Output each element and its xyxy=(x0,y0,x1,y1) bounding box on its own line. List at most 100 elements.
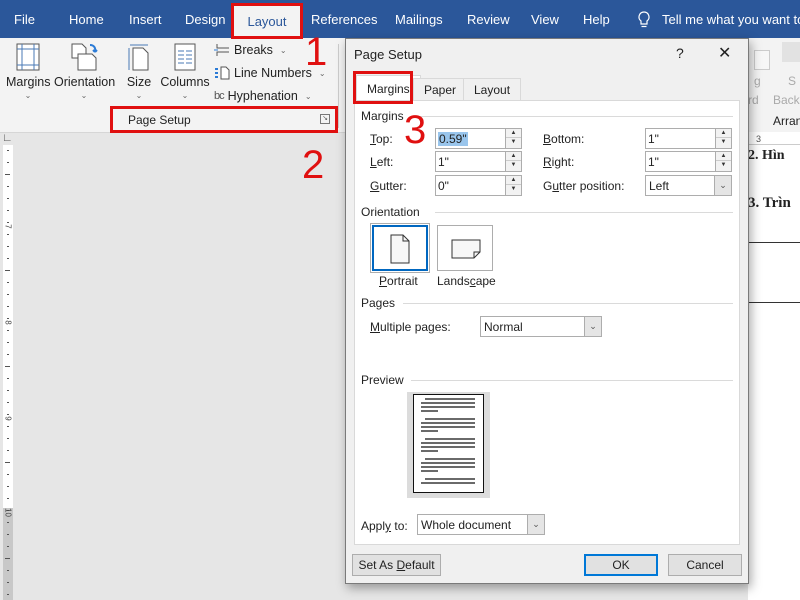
close-button[interactable]: ✕ xyxy=(718,43,731,63)
ruler-number: 9 xyxy=(3,416,13,421)
gutter-position-select[interactable]: Left ⌄ xyxy=(645,175,732,196)
tell-me-search[interactable]: Tell me what you want to xyxy=(662,12,800,27)
ruler-tick xyxy=(7,294,9,295)
chevron-down-icon[interactable]: ⌄ xyxy=(584,317,601,336)
lightbulb-icon xyxy=(638,11,650,28)
ruler-tick xyxy=(7,534,9,535)
hyphenation-button[interactable]: bc Hyphenation ⌄ xyxy=(214,89,312,103)
cancel-button[interactable]: Cancel xyxy=(668,554,742,576)
tab-home[interactable]: Home xyxy=(69,12,104,27)
preview-section-label: Preview xyxy=(361,373,404,387)
help-button[interactable]: ? xyxy=(676,45,684,61)
tab-view[interactable]: View xyxy=(531,12,559,27)
spin-up-button[interactable]: ▲ xyxy=(716,129,731,138)
bring-forward-label[interactable]: g xyxy=(754,74,761,88)
top-margin-input[interactable]: 0.59" ▲ ▼ xyxy=(435,128,522,149)
set-as-default-button[interactable]: Set As Default xyxy=(352,554,441,576)
gutter-label: Gutter: xyxy=(370,179,407,193)
annotation-box-layout-tab xyxy=(231,3,303,39)
tab-design[interactable]: Design xyxy=(185,12,225,27)
columns-button[interactable]: Columns ⌄ xyxy=(160,42,210,100)
ruler-tick xyxy=(5,366,10,367)
bottom-margin-input[interactable]: 1" ▲ ▼ xyxy=(645,128,732,149)
ruler-tick xyxy=(7,246,9,247)
dialog-title: Page Setup xyxy=(354,47,422,62)
ruler-tick xyxy=(5,270,10,271)
chevron-down-icon[interactable]: ⌄ xyxy=(714,176,731,195)
document-page[interactable]: 3 2. Hìn 3. Trìn xyxy=(748,132,800,600)
margins-section-label: Margins xyxy=(361,109,404,123)
tab-selector[interactable]: ∟ xyxy=(2,132,16,146)
hyphenation-icon: bc xyxy=(214,90,225,102)
gutter-input[interactable]: 0" ▲ ▼ xyxy=(435,175,522,196)
ruler-number: 10 xyxy=(3,508,13,517)
right-margin-input[interactable]: 1" ▲ ▼ xyxy=(645,151,732,172)
gutter-position-value: Left xyxy=(649,179,670,193)
arrange-group-label: Arran xyxy=(773,114,800,128)
landscape-page-icon xyxy=(451,239,481,259)
send-backward-label[interactable]: S xyxy=(788,74,796,88)
chevron-down-icon: ⌄ xyxy=(279,45,287,55)
margins-button[interactable]: Margins ⌄ xyxy=(6,42,50,100)
spin-down-button[interactable]: ▼ xyxy=(506,138,521,147)
ruler-tick xyxy=(7,342,9,343)
breaks-icon xyxy=(214,44,229,56)
orientation-label: Orientation xyxy=(54,75,116,89)
annotation-step-2: 2 xyxy=(302,143,325,187)
section-divider xyxy=(411,380,733,381)
tab-mailings[interactable]: Mailings xyxy=(395,12,443,27)
ruler-tick xyxy=(5,462,10,463)
portrait-option[interactable] xyxy=(370,223,430,273)
apply-to-select[interactable]: Whole document ⌄ xyxy=(417,514,545,535)
spin-up-button[interactable]: ▲ xyxy=(506,129,521,138)
document-list-item: 2. Hìn xyxy=(748,148,785,163)
tab-insert[interactable]: Insert xyxy=(129,12,162,27)
orientation-button[interactable]: Orientation ⌄ xyxy=(54,42,116,100)
ruler-tick xyxy=(7,570,9,571)
ruler-tick xyxy=(7,282,9,283)
ruler-tick xyxy=(7,450,9,451)
left-margin-input[interactable]: 1" ▲ ▼ xyxy=(435,151,522,172)
dialog-tab-paper[interactable]: Paper xyxy=(413,78,468,100)
left-margin-value: 1" xyxy=(438,155,449,169)
top-label: Top: xyxy=(370,132,393,146)
spin-up-button[interactable]: ▲ xyxy=(506,176,521,185)
annotation-box-page-setup-group xyxy=(110,106,338,133)
table-border xyxy=(748,302,800,303)
table-border xyxy=(748,242,800,243)
chevron-down-icon: ⌄ xyxy=(135,91,143,100)
tab-help[interactable]: Help xyxy=(583,12,610,27)
dialog-panel: Margins Top: 0.59" ▲ ▼ Bottom: 1" ▲ ▼ Left… xyxy=(354,100,740,545)
size-button[interactable]: Size ⌄ xyxy=(124,42,154,100)
dialog-tab-layout[interactable]: Layout xyxy=(463,78,522,100)
tab-references[interactable]: References xyxy=(311,12,377,27)
tab-file[interactable]: File xyxy=(14,12,35,27)
spin-down-button[interactable]: ▼ xyxy=(506,185,521,194)
gutter-value: 0" xyxy=(438,179,449,193)
size-label: Size xyxy=(126,75,152,89)
chevron-down-icon[interactable]: ⌄ xyxy=(527,515,544,534)
ruler-tick xyxy=(7,594,9,595)
portrait-page-icon xyxy=(390,234,410,264)
send-backward-icon xyxy=(782,42,800,62)
spin-up-button[interactable]: ▲ xyxy=(716,152,731,161)
ok-button[interactable]: OK xyxy=(584,554,658,576)
bring-forward-icon xyxy=(754,50,770,70)
landscape-label: Landscape xyxy=(437,274,496,288)
gutter-position-label: Gutter position: xyxy=(543,179,625,193)
chevron-down-icon: ⌄ xyxy=(24,91,32,100)
spin-up-button[interactable]: ▲ xyxy=(506,152,521,161)
breaks-button[interactable]: Breaks ⌄ xyxy=(214,43,287,57)
document-list-item: 3. Trìn xyxy=(748,195,791,211)
spin-down-button[interactable]: ▼ xyxy=(716,161,731,170)
spin-down-button[interactable]: ▼ xyxy=(506,161,521,170)
landscape-option[interactable] xyxy=(437,225,493,271)
orientation-section-label: Orientation xyxy=(361,205,420,219)
ruler-tick xyxy=(7,210,9,211)
multiple-pages-select[interactable]: Normal ⌄ xyxy=(480,316,602,337)
ruler-tick xyxy=(7,390,9,391)
ruler-tick xyxy=(7,162,9,163)
tab-review[interactable]: Review xyxy=(467,12,510,27)
page-preview-icon xyxy=(413,394,484,493)
spin-down-button[interactable]: ▼ xyxy=(716,138,731,147)
